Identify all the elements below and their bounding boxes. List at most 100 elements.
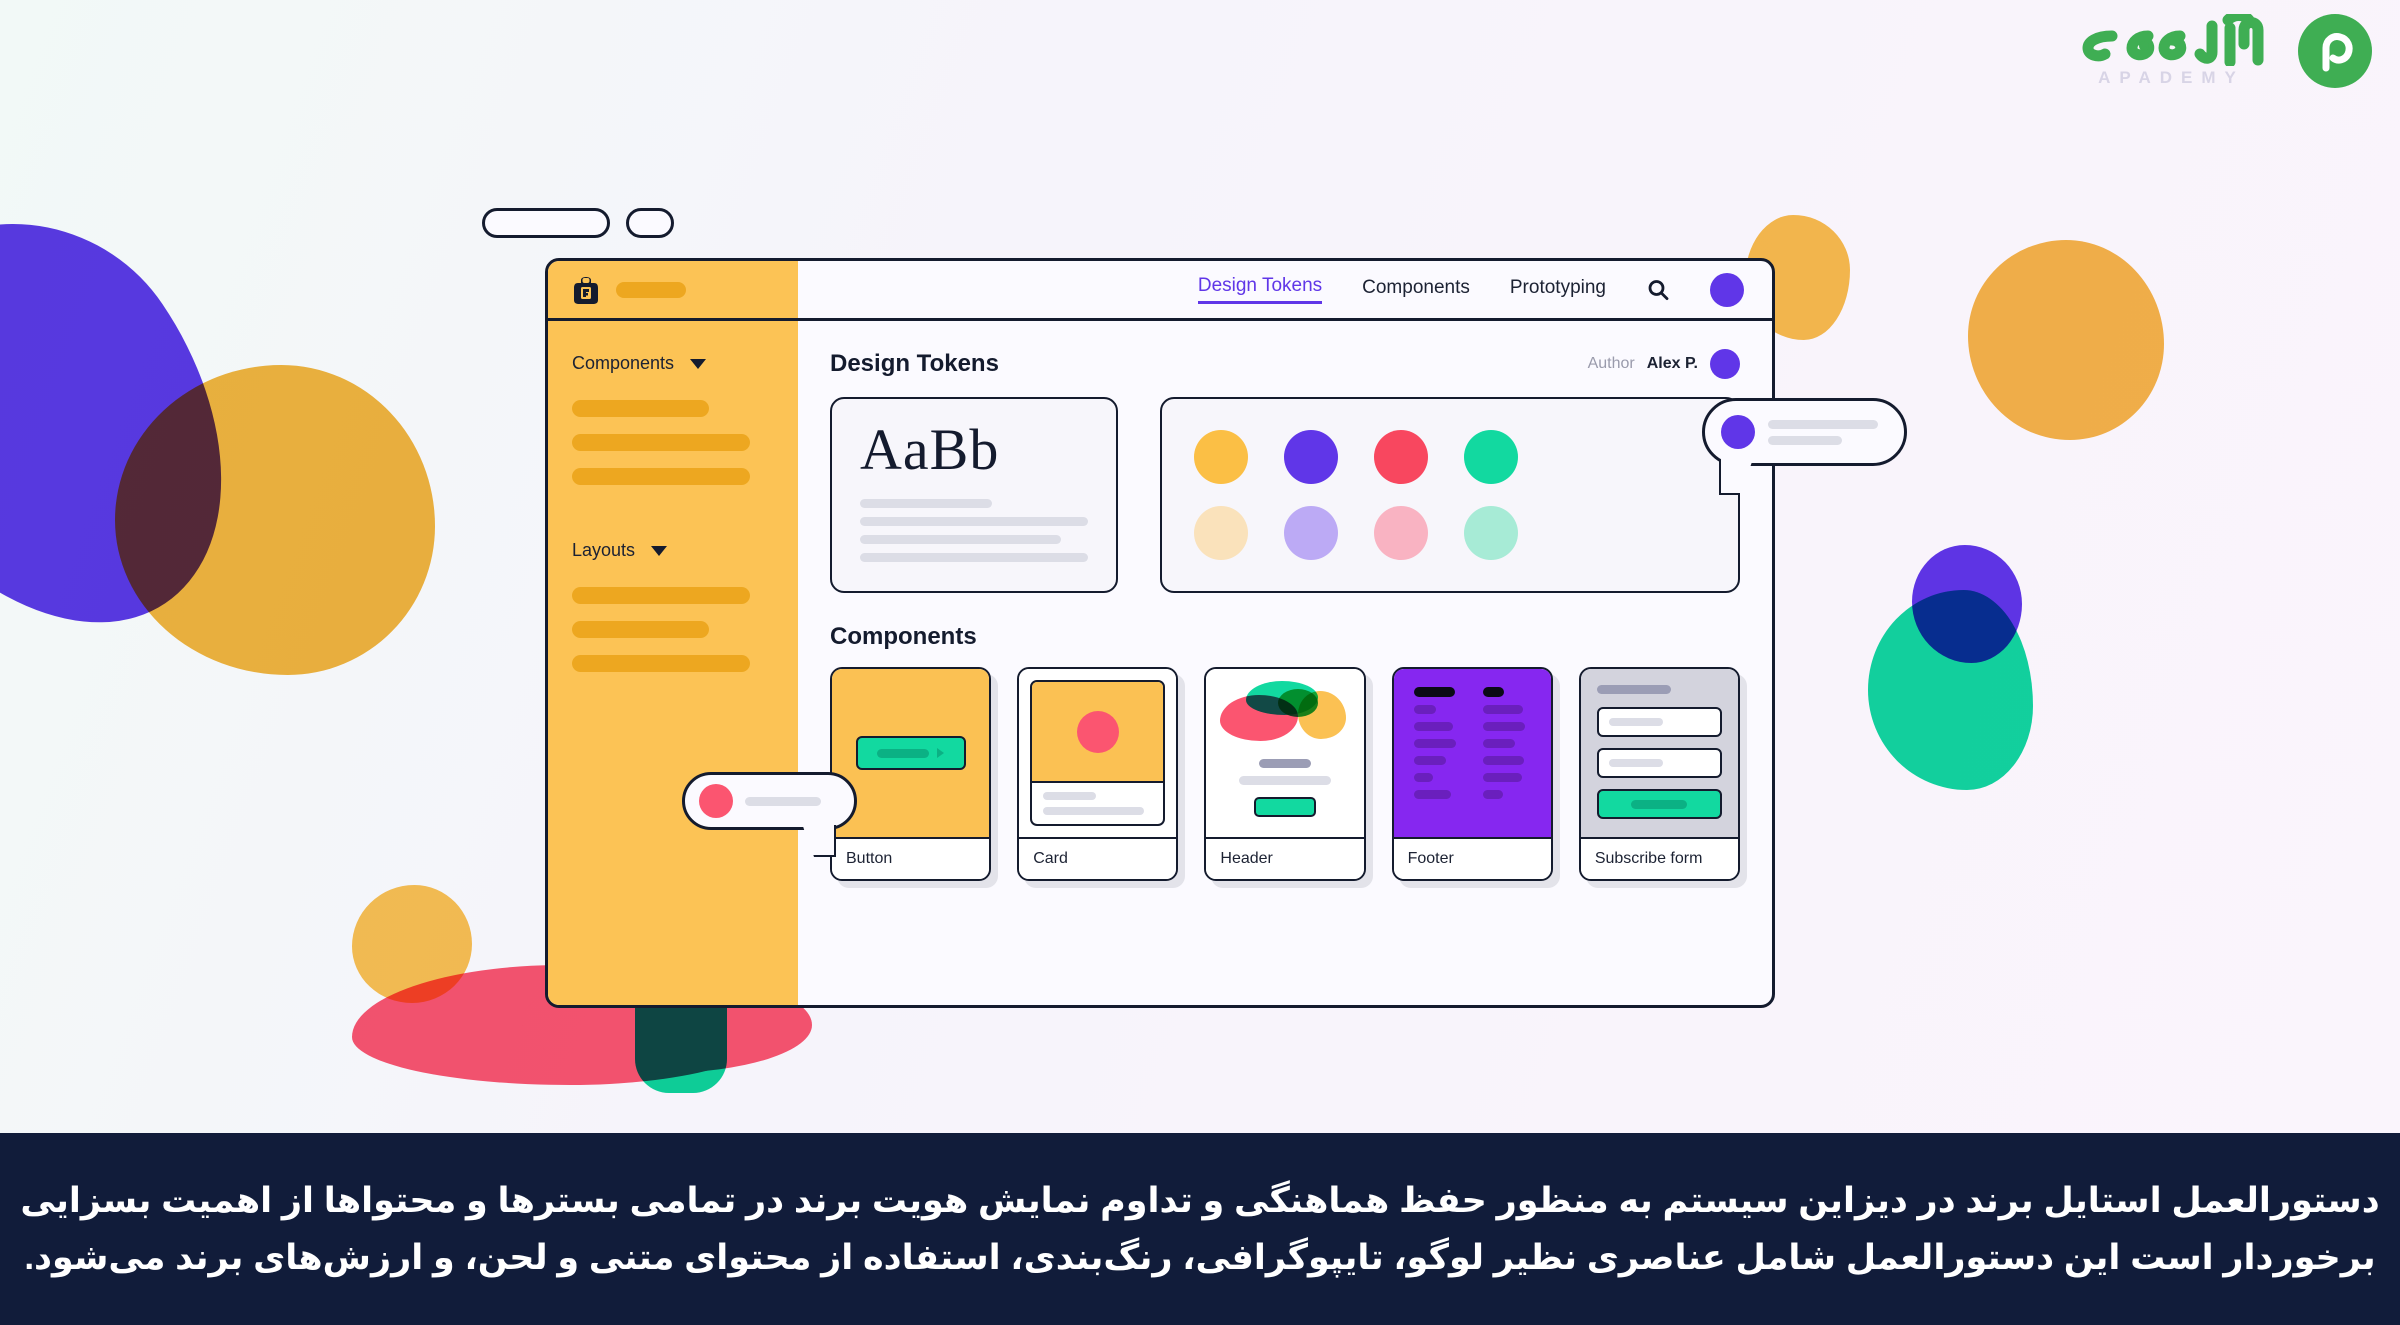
sidebar-item[interactable] (572, 400, 710, 417)
mock-footer-link (1483, 773, 1523, 782)
mock-card-avatar (1076, 710, 1119, 753)
color-swatch-row-tint (1194, 506, 1706, 560)
author-label: Author (1587, 355, 1635, 372)
mock-footer-link (1483, 722, 1526, 731)
apademy-logo-subtext: APADEMY (2098, 68, 2245, 87)
color-swatch[interactable] (1194, 430, 1248, 484)
mock-footer-link (1483, 739, 1515, 748)
sidebar-item[interactable] (572, 468, 750, 485)
author-name: Alex P. (1646, 355, 1698, 372)
mock-form-input (1596, 707, 1723, 737)
mock-button-label (877, 748, 930, 758)
components-grid: Button Card Header Footer Subscribe form (830, 667, 1741, 881)
mock-footer-link (1413, 773, 1433, 782)
decorative-blob-green-right (1868, 590, 2033, 790)
app-window: Design Tokens Components Prototyping Com… (545, 258, 1775, 1008)
component-preview-footer (1393, 669, 1551, 837)
color-token-panel[interactable] (1160, 397, 1740, 593)
placeholder-line (860, 553, 1088, 562)
mock-card (1030, 680, 1166, 826)
decorative-blob-amber-circle-right (1968, 240, 2164, 440)
content-header: Design Tokens Author Alex P. (830, 349, 1740, 379)
chevron-down-icon (690, 358, 707, 369)
sidebar-item[interactable] (572, 587, 750, 604)
mock-form-submit-button (1596, 789, 1723, 819)
mock-card-image (1032, 682, 1164, 783)
component-card-header[interactable]: Header (1204, 667, 1366, 881)
apademy-wordmark: APADEMY (2052, 14, 2282, 88)
mock-footer-link (1413, 739, 1456, 748)
topbar-brand (548, 261, 798, 318)
placeholder-line (860, 517, 1088, 526)
color-swatch[interactable] (1464, 506, 1518, 560)
chat-bubble-left (682, 772, 857, 855)
placeholder-line (860, 499, 993, 508)
mock-header-button (1254, 797, 1316, 817)
nav-item-design-tokens[interactable]: Design Tokens (1197, 275, 1323, 304)
sidebar-item[interactable] (572, 434, 750, 451)
sidebar-group-label: Layouts (572, 540, 636, 560)
author-avatar[interactable] (1710, 349, 1740, 379)
placeholder-line (745, 796, 821, 806)
mock-form-label (1596, 685, 1671, 694)
placeholder-line (1768, 419, 1879, 429)
topbar-nav: Design Tokens Components Prototyping (798, 261, 1772, 318)
component-card-card[interactable]: Card (1017, 667, 1179, 881)
component-card-subscribe-form[interactable]: Subscribe form (1578, 667, 1741, 881)
design-tokens-row: AaBb (830, 397, 1740, 593)
nav-item-components[interactable]: Components (1362, 277, 1470, 303)
chat-bubble-lines (1768, 419, 1888, 445)
typography-sample: AaBb (860, 417, 1000, 482)
sidebar-item[interactable] (572, 655, 750, 672)
sidebar-group-components[interactable]: Components (572, 353, 774, 374)
color-swatch[interactable] (1374, 430, 1428, 484)
decorative-blob-amber-left (115, 365, 435, 675)
mock-footer-link (1483, 790, 1504, 799)
typography-token-panel[interactable]: AaBb (830, 397, 1118, 593)
color-swatch[interactable] (1194, 506, 1248, 560)
sidebar-group-label: Components (572, 353, 675, 373)
typography-placeholder-lines (860, 499, 1088, 562)
placeholder-line (1043, 807, 1144, 815)
mock-footer-link (1413, 705, 1436, 714)
component-label: Header (1206, 837, 1364, 879)
chat-bubble-avatar (699, 784, 733, 818)
component-preview-card (1019, 669, 1177, 837)
chat-bubble-right (1702, 398, 1907, 493)
color-swatch[interactable] (1284, 506, 1338, 560)
chat-bubble-lines (745, 796, 840, 806)
component-label: Subscribe form (1580, 837, 1739, 879)
components-section-title: Components (830, 623, 977, 650)
main-content: Design Tokens Author Alex P. AaBb Compon… (798, 321, 1772, 1005)
color-swatch[interactable] (1464, 430, 1518, 484)
mock-footer-heading (1483, 687, 1505, 697)
component-label: Card (1019, 837, 1177, 879)
color-swatch[interactable] (1374, 506, 1428, 560)
mock-primary-button (855, 736, 966, 770)
page-title: Design Tokens (830, 350, 999, 377)
bag-logo-icon (572, 274, 600, 306)
nav-item-prototyping[interactable]: Prototyping (1510, 277, 1606, 303)
sidebar: Components Layouts (548, 321, 798, 1005)
component-card-footer[interactable]: Footer (1391, 667, 1553, 881)
component-card-button[interactable]: Button (830, 667, 992, 881)
mock-form-input (1596, 748, 1723, 778)
window-tab-pill-wide[interactable] (482, 208, 610, 238)
apademy-logo: APADEMY (2052, 14, 2372, 88)
placeholder-line (1768, 435, 1843, 445)
apademy-logotype-icon (2082, 14, 2264, 66)
window-tab-pill-narrow[interactable] (626, 208, 674, 238)
component-label: Footer (1393, 837, 1551, 879)
placeholder-line (1608, 718, 1663, 726)
search-icon[interactable] (1646, 278, 1670, 302)
avatar[interactable] (1710, 272, 1744, 307)
chat-bubble-tail (802, 823, 834, 855)
chevron-down-icon (651, 545, 668, 556)
chat-bubble-tail (1721, 459, 1753, 493)
sidebar-group-layouts[interactable]: Layouts (572, 540, 774, 561)
mock-card-text (1032, 783, 1163, 824)
sidebar-item[interactable] (572, 621, 710, 638)
placeholder-line (1239, 776, 1331, 785)
color-swatch[interactable] (1284, 430, 1338, 484)
